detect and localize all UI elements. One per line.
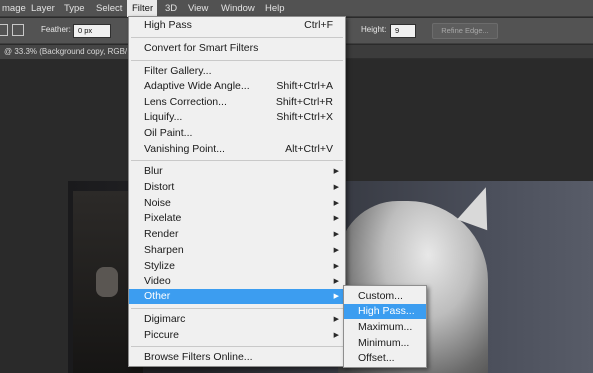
submenu-arrow-icon: ▶ [333,184,339,191]
menu-layer[interactable]: Layer [26,0,60,17]
submenu-arrow-icon: ▶ [333,231,339,238]
menu-item-convert-smart-filters[interactable]: Convert for Smart Filters [129,41,345,56]
refine-edge-button[interactable]: Refine Edge... [432,23,498,39]
submenu-item-high-pass[interactable]: High Pass... [344,304,426,319]
menu-item-video[interactable]: Video ▶ [129,274,345,289]
menu-select[interactable]: Select [91,0,127,17]
menu-item-pixelate[interactable]: Pixelate ▶ [129,211,345,226]
menu-item-distort[interactable]: Distort ▶ [129,180,345,195]
submenu-arrow-icon: ▶ [333,200,339,207]
menu-separator [131,346,343,347]
menu-item-blur[interactable]: Blur ▶ [129,164,345,179]
menu-bar: mage Layer Type Select Filter 3D View Wi… [0,0,593,17]
menu-type[interactable]: Type [59,0,90,17]
menu-separator [131,37,343,38]
document-tab[interactable]: @ 33.3% (Background copy, RGB/ [0,45,132,59]
submenu-item-maximum[interactable]: Maximum... [344,320,426,335]
submenu-arrow-icon: ▶ [333,278,339,285]
menu-item-filter-gallery[interactable]: Filter Gallery... [129,64,345,79]
submenu-arrow-icon: ▶ [333,332,339,339]
menu-item-lens-correction[interactable]: Lens Correction... Shift+Ctrl+R [129,95,345,110]
submenu-item-custom[interactable]: Custom... [344,289,426,304]
menu-item-last-filter[interactable]: High Pass Ctrl+F [129,18,345,33]
menu-item-stylize[interactable]: Stylize ▶ [129,259,345,274]
submenu-arrow-icon: ▶ [333,316,339,323]
photoshop-window: mage Layer Type Select Filter 3D View Wi… [0,0,593,373]
submenu-item-minimum[interactable]: Minimum... [344,336,426,351]
menu-item-liquify[interactable]: Liquify... Shift+Ctrl+X [129,110,345,125]
feather-input[interactable]: 0 px [73,24,111,38]
menu-item-sharpen[interactable]: Sharpen ▶ [129,243,345,258]
menu-item-digimarc[interactable]: Digimarc ▶ [129,312,345,327]
menu-item-other[interactable]: Other ▶ [129,289,345,304]
height-label: Height: [361,25,387,34]
selection-mode-icon[interactable] [0,24,8,36]
menu-help[interactable]: Help [260,0,290,17]
menu-window[interactable]: Window [216,0,260,17]
menu-item-adaptive-wide-angle[interactable]: Adaptive Wide Angle... Shift+Ctrl+A [129,79,345,94]
menu-item-noise[interactable]: Noise ▶ [129,196,345,211]
menu-item-piccure[interactable]: Piccure ▶ [129,328,345,343]
menu-item-vanishing-point[interactable]: Vanishing Point... Alt+Ctrl+V [129,142,345,157]
menu-3d[interactable]: 3D [160,0,182,17]
other-submenu: Custom... High Pass... Maximum... Minimu… [343,285,427,368]
submenu-arrow-icon: ▶ [333,293,339,300]
menu-separator [131,160,343,161]
submenu-arrow-icon: ▶ [333,215,339,222]
submenu-item-offset[interactable]: Offset... [344,351,426,366]
menu-item-render[interactable]: Render ▶ [129,227,345,242]
menu-separator [131,60,343,61]
feather-label: Feather: [41,25,71,34]
submenu-arrow-icon: ▶ [333,168,339,175]
submenu-arrow-icon: ▶ [333,263,339,270]
menu-separator [131,308,343,309]
add-selection-icon[interactable] [12,24,24,36]
menu-item-oil-paint[interactable]: Oil Paint... [129,126,345,141]
menu-item-browse-filters-online[interactable]: Browse Filters Online... [129,350,345,365]
menu-view[interactable]: View [183,0,213,17]
menu-filter[interactable]: Filter [127,0,157,17]
submenu-arrow-icon: ▶ [333,247,339,254]
hinge-shape [96,267,118,297]
filter-menu: High Pass Ctrl+F Convert for Smart Filter… [128,16,346,367]
height-input[interactable]: 9 [390,24,416,38]
